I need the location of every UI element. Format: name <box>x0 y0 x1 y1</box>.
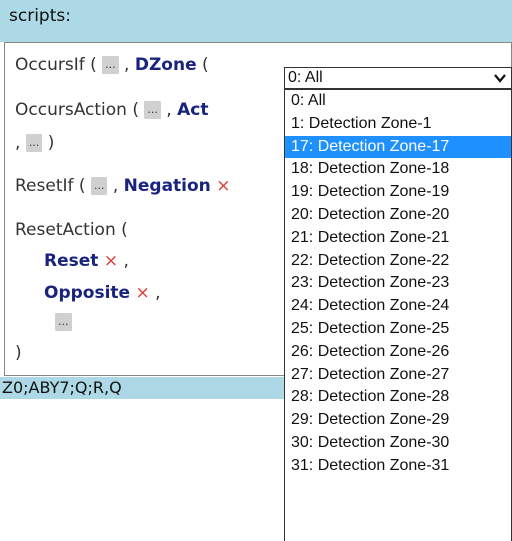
reset-remove-icon[interactable]: × <box>104 251 118 271</box>
negation-remove-icon[interactable]: × <box>216 176 230 196</box>
script-code-text: Z0;ABY7;Q;R,Q <box>2 378 122 397</box>
occurs-action-slot-2[interactable]: ... <box>25 134 43 152</box>
reset-if-sep: , <box>112 176 119 196</box>
dropdown-option[interactable]: 28: Detection Zone-28 <box>285 386 511 409</box>
opposite-line: Opposite × , <box>44 283 161 303</box>
opposite-sep: , <box>155 283 161 303</box>
dropdown-option[interactable]: 17: Detection Zone-17 <box>285 135 511 159</box>
occurs-if-sep: , <box>124 55 130 75</box>
dropdown-option[interactable]: 21: Detection Zone-21 <box>285 227 511 250</box>
dropdown-option[interactable]: 23: Detection Zone-23 <box>285 272 511 295</box>
dropdown-option[interactable]: 29: Detection Zone-29 <box>285 409 511 432</box>
reset-keyword[interactable]: Reset <box>44 251 98 271</box>
zone-select-value: 0: All <box>288 69 323 86</box>
reset-action-slot[interactable]: ... <box>55 313 72 331</box>
dropdown-option[interactable]: 1: Detection Zone-1 <box>285 113 511 136</box>
reset-action-func[interactable]: ResetAction ( <box>15 220 128 240</box>
occurs-if-slot[interactable]: ... <box>102 56 119 74</box>
reset-if-slot[interactable]: ... <box>90 177 108 195</box>
reset-sep: , <box>123 251 129 271</box>
scripts-title: scripts: <box>9 6 71 26</box>
dzone-open-paren: ( <box>202 55 209 75</box>
dropdown-option[interactable]: 26: Detection Zone-26 <box>285 341 511 364</box>
negation-keyword[interactable]: Negation <box>124 176 211 196</box>
action-keyword[interactable]: Act <box>177 100 208 120</box>
chevron-down-icon <box>494 74 506 83</box>
occurs-action-func[interactable]: OccursAction ( <box>15 100 139 120</box>
occurs-action-line: OccursAction ( ... , Act <box>15 100 208 120</box>
dropdown-option[interactable]: 20: Detection Zone-20 <box>285 204 511 227</box>
reset-if-line: ResetIf ( ... , Negation × <box>15 176 230 196</box>
occurs-if-line: OccursIf ( ... , DZone ( <box>15 55 209 75</box>
reset-action-close: ) <box>15 343 22 363</box>
occurs-action-line-2: , ... ) <box>15 133 54 153</box>
dropdown-option[interactable]: 22: Detection Zone-22 <box>285 250 511 273</box>
opposite-keyword[interactable]: Opposite <box>44 283 130 303</box>
opposite-remove-icon[interactable]: × <box>135 283 149 303</box>
occurs-action-sep: , <box>166 100 172 120</box>
zone-dropdown-list: 0: All 1: Detection Zone-1 17: Detection Z… <box>284 89 512 541</box>
occurs-if-func[interactable]: OccursIf ( <box>15 55 97 75</box>
dzone-keyword[interactable]: DZone <box>135 55 197 75</box>
dropdown-option[interactable]: 24: Detection Zone-24 <box>285 295 511 318</box>
dropdown-option[interactable]: 19: Detection Zone-19 <box>285 181 511 204</box>
zone-select[interactable]: 0: All <box>284 67 512 89</box>
reset-action-line: ResetAction ( <box>15 220 128 240</box>
dropdown-option[interactable]: 30: Detection Zone-30 <box>285 432 511 455</box>
reset-line: Reset × , <box>44 251 129 271</box>
scripts-header: scripts: <box>0 0 512 42</box>
dropdown-option[interactable]: 25: Detection Zone-25 <box>285 318 511 341</box>
dropdown-option[interactable]: 18: Detection Zone-18 <box>285 158 511 181</box>
dropdown-option[interactable]: 27: Detection Zone-27 <box>285 364 511 387</box>
occurs-action-slot[interactable]: ... <box>144 101 161 119</box>
occurs-action-close: ) <box>47 133 55 153</box>
reset-action-close-line: ) <box>15 343 22 363</box>
occurs-action-sep2: , <box>15 133 21 153</box>
reset-if-func[interactable]: ResetIf ( <box>15 176 86 196</box>
dropdown-option[interactable]: 0: All <box>285 90 511 113</box>
dropdown-option[interactable]: 31: Detection Zone-31 <box>285 455 511 478</box>
reset-action-slot-line: ... <box>55 312 72 332</box>
